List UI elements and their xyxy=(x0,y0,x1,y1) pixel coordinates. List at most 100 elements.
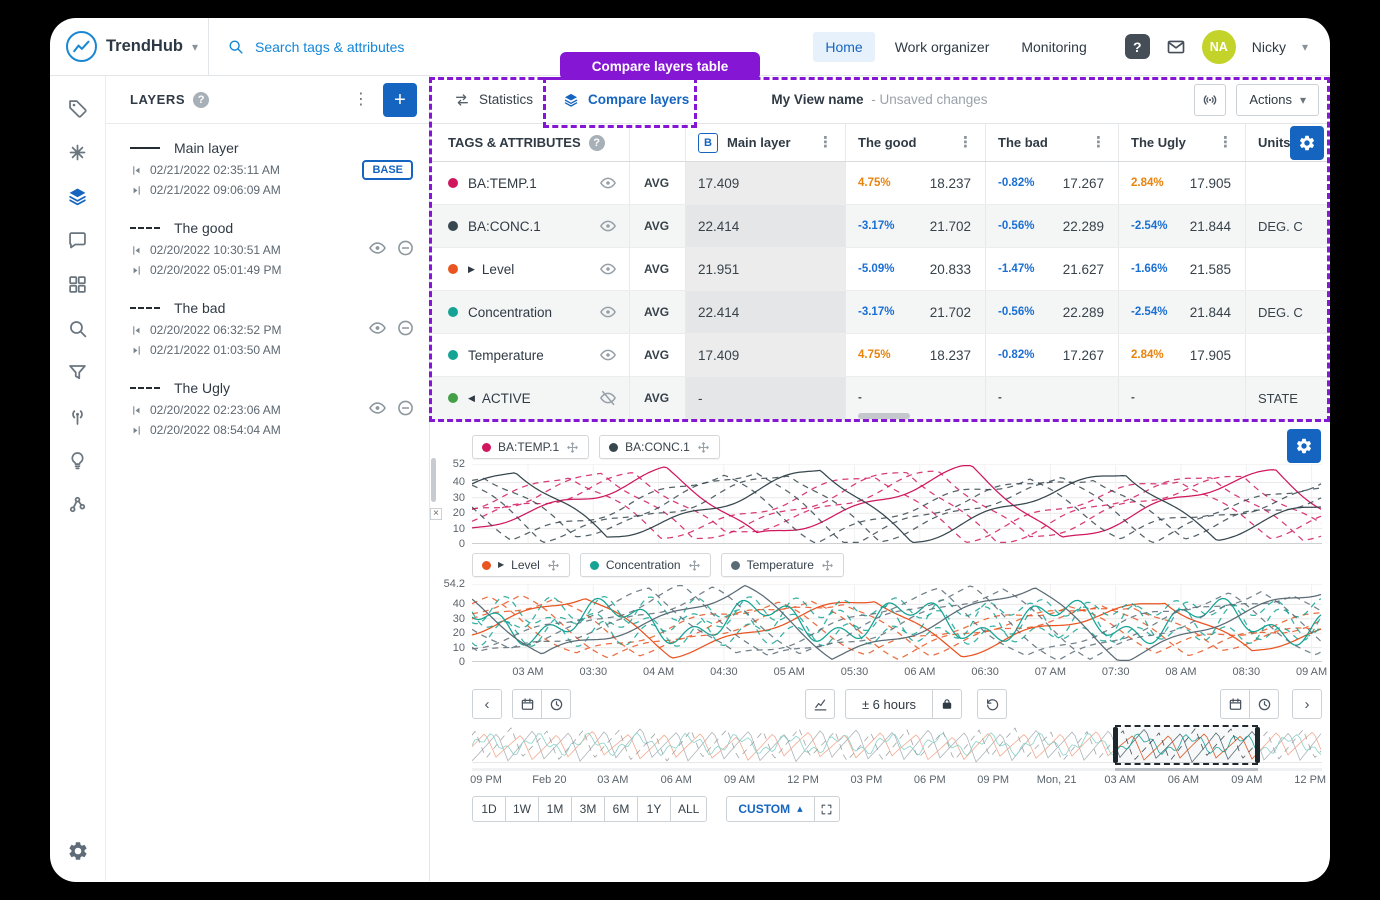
pan-left-button[interactable]: ‹ xyxy=(472,689,502,719)
calendar-button-right[interactable] xyxy=(1220,689,1250,719)
avatar[interactable]: NA xyxy=(1202,30,1236,64)
sidebar-tag-icon[interactable] xyxy=(66,96,90,120)
chart-settings-button[interactable] xyxy=(1287,429,1321,463)
layer-remove-icon[interactable] xyxy=(396,399,415,418)
aggregation-cell[interactable]: AVG xyxy=(630,334,686,376)
actions-button[interactable]: Actions ▾ xyxy=(1236,84,1319,116)
move-icon[interactable] xyxy=(566,441,579,454)
expand-caret-icon[interactable]: ▶ xyxy=(468,265,475,274)
layer-item[interactable]: The good02/20/2022 10:30:51 AM02/20/2022… xyxy=(106,208,429,288)
clock-button-right[interactable] xyxy=(1249,689,1279,719)
custom-range-button[interactable]: CUSTOM ▴ xyxy=(726,796,814,822)
tab-compare-layers[interactable]: Compare layers xyxy=(563,92,689,108)
move-icon[interactable] xyxy=(697,441,710,454)
aggregation-cell[interactable]: AVG xyxy=(630,205,686,247)
brand[interactable]: TrendHub ▾ xyxy=(50,31,208,62)
layers-help-icon[interactable]: ? xyxy=(193,92,209,108)
nav-item-work-organizer[interactable]: Work organizer xyxy=(883,32,1002,62)
column-the-bad[interactable]: The bad ⋮ xyxy=(986,124,1119,161)
nav-item-monitoring[interactable]: Monitoring xyxy=(1009,32,1098,62)
add-layer-button[interactable]: + xyxy=(383,83,417,117)
expand-caret-icon[interactable]: ▶ xyxy=(498,561,504,569)
move-icon[interactable] xyxy=(821,559,834,572)
sidebar-bulb-icon[interactable] xyxy=(66,448,90,472)
column-menu-icon[interactable]: ⋮ xyxy=(1218,135,1233,150)
chart2-plot[interactable] xyxy=(472,584,1322,662)
user-menu-caret-icon[interactable]: ▾ xyxy=(1302,41,1308,53)
tag-name-cell[interactable]: BA:CONC.1 xyxy=(430,205,630,247)
range-preset-all[interactable]: ALL xyxy=(670,796,707,822)
timeline-overview[interactable] xyxy=(472,727,1322,763)
layer-visibility-icon[interactable] xyxy=(368,399,387,418)
sidebar-antenna-icon[interactable] xyxy=(66,404,90,428)
range-preset-1w[interactable]: 1W xyxy=(505,796,539,822)
overview-scroll-thumb[interactable] xyxy=(1115,768,1258,771)
chart1-plot[interactable] xyxy=(472,464,1322,544)
aggregation-cell[interactable]: AVG xyxy=(630,291,686,333)
sidebar-nodes-icon[interactable] xyxy=(66,492,90,516)
column-menu-icon[interactable]: ⋮ xyxy=(818,135,833,150)
range-preset-6m[interactable]: 6M xyxy=(604,796,638,822)
range-preset-1m[interactable]: 1M xyxy=(538,796,572,822)
overview-scrollbar[interactable] xyxy=(472,768,1322,771)
layer-item[interactable]: Main layer02/21/2022 02:35:11 AM02/21/20… xyxy=(106,128,429,208)
range-preset-3m[interactable]: 3M xyxy=(571,796,605,822)
layer-visibility-icon[interactable] xyxy=(368,239,387,258)
range-preset-1y[interactable]: 1Y xyxy=(637,796,671,822)
tags-help-icon[interactable]: ? xyxy=(589,135,605,151)
table-row[interactable]: ▶LevelAVG21.951-5.09%20.833-1.47%21.627-… xyxy=(430,248,1329,291)
expand-caret-icon[interactable]: ◀ xyxy=(468,394,475,403)
column-the-ugly[interactable]: The Ugly ⋮ xyxy=(1119,124,1246,161)
layer-item[interactable]: The Ugly02/20/2022 02:23:06 AM02/20/2022… xyxy=(106,368,429,448)
search-bar[interactable] xyxy=(209,38,613,55)
sidebar-sparkle-icon[interactable] xyxy=(66,140,90,164)
calendar-button[interactable] xyxy=(512,689,542,719)
aggregation-cell[interactable]: AVG xyxy=(630,248,686,290)
table-horizontal-scrollbar[interactable] xyxy=(858,413,910,419)
layers-menu-icon[interactable]: ⋮ xyxy=(353,92,369,108)
table-row[interactable]: ConcentrationAVG22.414-3.17%21.702-0.56%… xyxy=(430,291,1329,334)
tag-name-cell[interactable]: Temperature xyxy=(430,334,630,376)
visibility-on-icon[interactable] xyxy=(599,260,617,278)
mail-icon[interactable] xyxy=(1166,37,1186,57)
legend-chip[interactable]: Temperature xyxy=(721,553,844,577)
column-main-layer[interactable]: B Main layer ⋮ xyxy=(686,124,846,161)
aggregation-cell[interactable]: AVG xyxy=(630,162,686,204)
lock-button[interactable] xyxy=(932,689,962,719)
tag-name-cell[interactable]: Concentration xyxy=(430,291,630,333)
history-button[interactable] xyxy=(977,689,1007,719)
range-preset-1d[interactable]: 1D xyxy=(472,796,506,822)
clock-button[interactable] xyxy=(541,689,571,719)
brand-caret-icon[interactable]: ▾ xyxy=(192,41,198,53)
search-input[interactable] xyxy=(255,39,595,55)
sidebar-funnel-icon[interactable] xyxy=(66,360,90,384)
tag-name-cell[interactable]: ◀ACTIVE xyxy=(430,377,630,419)
nav-item-home[interactable]: Home xyxy=(813,32,874,62)
table-row[interactable]: BA:TEMP.1AVG17.4094.75%18.237-0.82%17.26… xyxy=(430,162,1329,205)
column-the-good[interactable]: The good ⋮ xyxy=(846,124,986,161)
tag-name-cell[interactable]: ▶Level xyxy=(430,248,630,290)
visibility-off-icon[interactable] xyxy=(599,389,617,407)
time-range-button[interactable]: ± 6 hours xyxy=(845,689,933,719)
pan-right-button[interactable]: › xyxy=(1292,689,1322,719)
legend-chip[interactable]: ▶Level xyxy=(472,553,570,577)
tab-statistics[interactable]: Statistics xyxy=(454,92,533,108)
layer-item[interactable]: The bad02/20/2022 06:32:52 PM02/21/2022 … xyxy=(106,288,429,368)
layer-remove-icon[interactable] xyxy=(396,239,415,258)
legend-chip[interactable]: BA:TEMP.1 xyxy=(472,435,589,459)
table-row[interactable]: BA:CONC.1AVG22.414-3.17%21.702-0.56%22.2… xyxy=(430,205,1329,248)
visibility-on-icon[interactable] xyxy=(599,217,617,235)
broadcast-button[interactable] xyxy=(1194,84,1226,116)
table-settings-button[interactable] xyxy=(1290,126,1324,160)
visibility-on-icon[interactable] xyxy=(599,303,617,321)
expand-range-button[interactable] xyxy=(814,796,840,822)
move-icon[interactable] xyxy=(547,559,560,572)
sidebar-grid-icon[interactable] xyxy=(66,272,90,296)
sidebar-search-icon[interactable] xyxy=(66,316,90,340)
move-icon[interactable] xyxy=(688,559,701,572)
table-row[interactable]: TemperatureAVG17.4094.75%18.237-0.82%17.… xyxy=(430,334,1329,377)
chart-zoom-button[interactable] xyxy=(805,689,835,719)
sidebar-layers-icon[interactable] xyxy=(66,184,90,208)
timeline-selection[interactable] xyxy=(1115,725,1258,765)
user-name[interactable]: Nicky xyxy=(1252,39,1286,55)
